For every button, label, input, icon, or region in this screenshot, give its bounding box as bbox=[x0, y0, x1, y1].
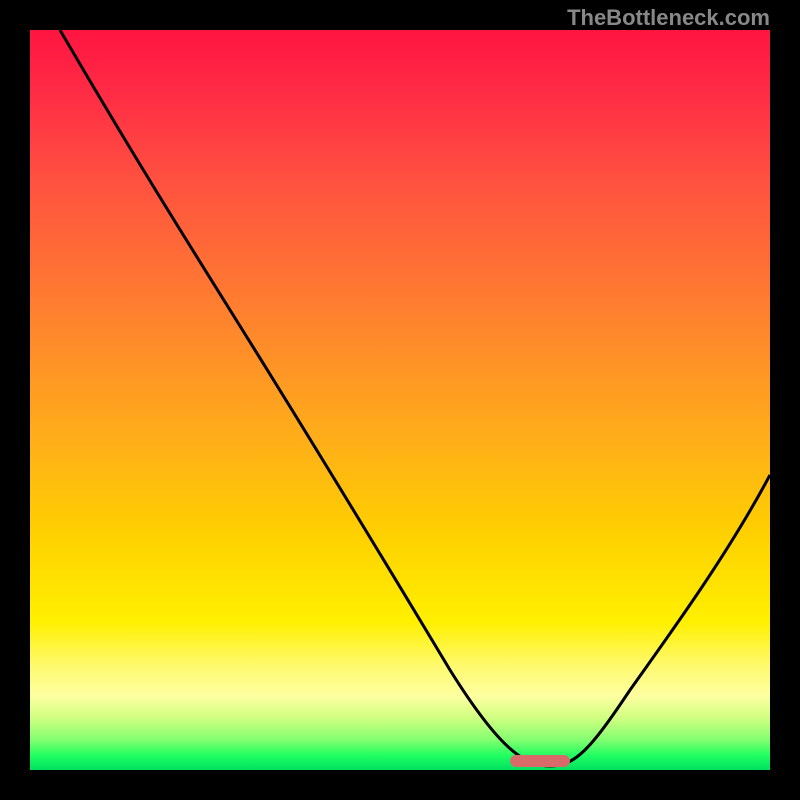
chart-frame bbox=[30, 30, 770, 770]
optimal-marker bbox=[510, 755, 570, 767]
bottleneck-curve bbox=[60, 30, 770, 766]
watermark-text: TheBottleneck.com bbox=[567, 5, 770, 31]
curve-svg bbox=[30, 30, 770, 770]
